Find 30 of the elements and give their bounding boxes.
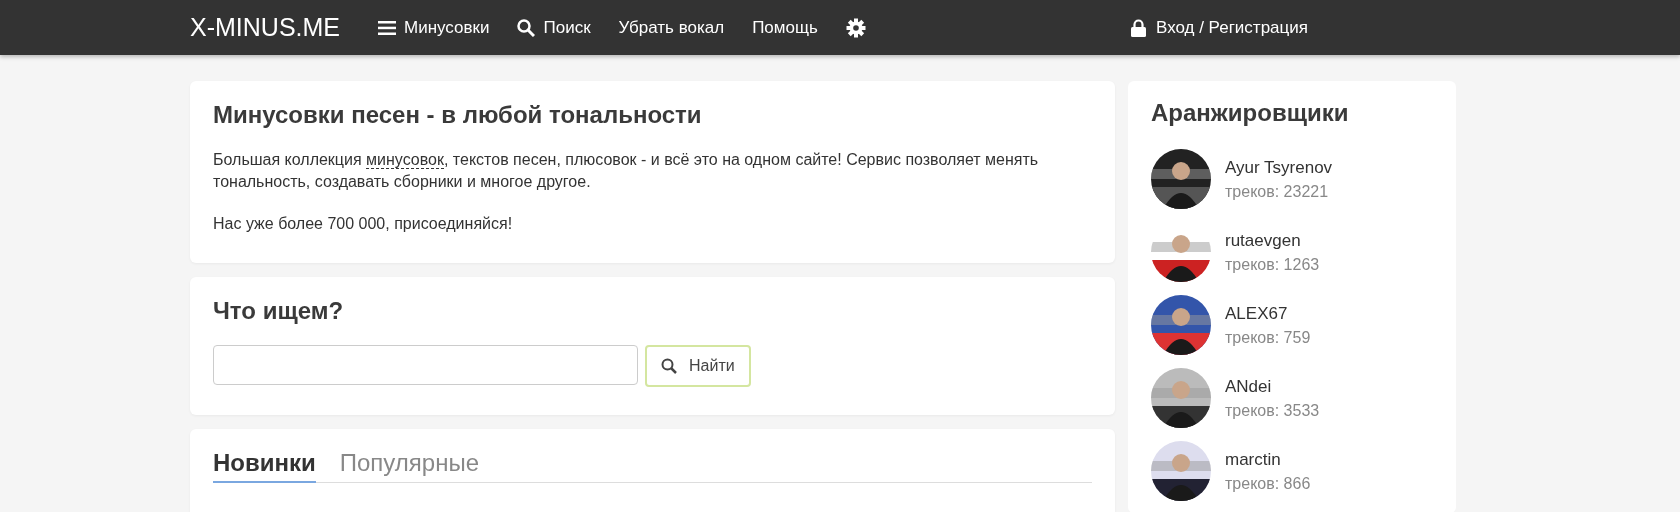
- search-icon: [661, 358, 677, 374]
- site-logo[interactable]: X-MINUS.ME: [190, 13, 340, 42]
- arranger-name[interactable]: rutaevgen: [1225, 230, 1320, 251]
- track-count: треков: 759: [1225, 328, 1311, 347]
- login-link[interactable]: Вход / Регистрация: [1131, 17, 1308, 38]
- intro-text: Большая коллекция минусовок, текстов песен, плюсовок - и всё это на одном сайте! Сервис позволяет менять тональность, создавать сборники и многое другое.: [213, 150, 1040, 192]
- arranger-name[interactable]: Ayur Tsyrenov: [1225, 157, 1333, 178]
- nav-link[interactable]: Минусовки: [378, 17, 490, 38]
- intro-title: Минусовки песен - в любой тональности: [213, 101, 703, 129]
- search-field[interactable]: [213, 345, 638, 385]
- search-title: Что ищем?: [213, 297, 345, 325]
- track-count: треков: 23221: [1225, 182, 1330, 201]
- arranger-name[interactable]: ANdei: [1225, 376, 1320, 397]
- intro-note: Нас уже более 700 000, присоединяйся!: [213, 214, 514, 234]
- collection-link[interactable]: минусовок: [366, 151, 444, 169]
- search-icon: [517, 18, 536, 37]
- sidebar-title: Аранжировщики: [1151, 99, 1350, 127]
- track-count: треков: 866: [1225, 474, 1311, 493]
- track-count: треков: 1263: [1225, 255, 1320, 274]
- nav-link[interactable]: Поиск: [517, 17, 591, 38]
- menu-icon: [378, 20, 396, 35]
- lock-icon: [1131, 18, 1146, 37]
- arranger-name[interactable]: ALEX67: [1225, 303, 1311, 324]
- track-count: треков: 3533: [1225, 401, 1320, 420]
- nav-link[interactable]: Помощь: [752, 17, 818, 38]
- tab[interactable]: Популярные: [339, 449, 480, 483]
- search-button[interactable]: Найти: [645, 345, 751, 387]
- arranger-name[interactable]: marctin: [1225, 449, 1311, 470]
- nav-link[interactable]: Убрать вокал: [618, 17, 725, 38]
- tab[interactable]: Новинки: [213, 449, 316, 483]
